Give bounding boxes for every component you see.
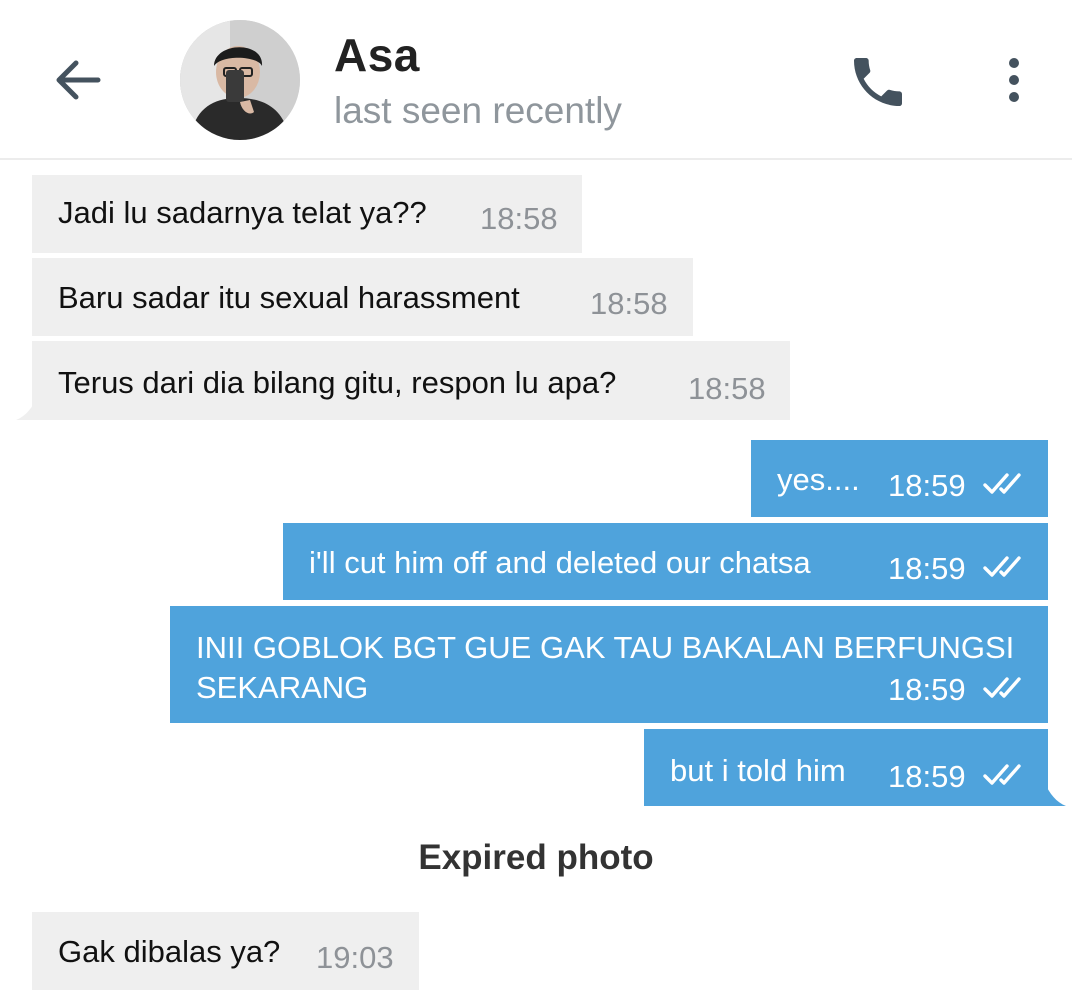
bubble-tail <box>1044 782 1066 806</box>
contact-name[interactable]: Asa <box>334 28 420 82</box>
incoming-message[interactable]: Jadi lu sadarnya telat ya?? 18:58 <box>32 175 582 253</box>
message-text-line-1: INII GOBLOK BGT GUE GAK TAU BAKALAN BERF… <box>196 630 1015 665</box>
double-check-icon <box>983 764 1021 785</box>
outgoing-message[interactable]: yes.... 18:59 <box>751 440 1048 517</box>
message-time: 18:59 <box>888 672 966 707</box>
message-text-line-2: SEKARANG <box>196 670 369 705</box>
message-time: 18:58 <box>590 286 668 321</box>
message-text: Terus dari dia bilang gitu, respon lu ap… <box>58 365 617 400</box>
contact-status: last seen recently <box>334 90 622 131</box>
avatar-photo <box>180 20 300 140</box>
more-options-button[interactable] <box>996 50 1032 114</box>
message-time: 19:03 <box>316 940 394 975</box>
incoming-message[interactable]: Gak dibalas ya? 19:03 <box>32 912 419 990</box>
double-check-icon <box>983 677 1021 698</box>
message-text: but i told him <box>670 753 846 788</box>
message-time: 18:59 <box>888 468 966 503</box>
incoming-message[interactable]: Terus dari dia bilang gitu, respon lu ap… <box>32 341 790 420</box>
outgoing-message[interactable]: INII GOBLOK BGT GUE GAK TAU BAKALAN BERF… <box>170 606 1048 723</box>
arrow-left-icon <box>56 60 101 100</box>
message-text: yes.... <box>777 462 860 497</box>
outgoing-message[interactable]: i'll cut him off and deleted our chatsa … <box>283 523 1048 600</box>
bubble-tail <box>16 396 38 420</box>
avatar[interactable] <box>180 20 300 140</box>
phone-icon <box>854 58 902 106</box>
more-vertical-icon <box>1009 58 1019 102</box>
call-button[interactable] <box>846 50 910 114</box>
message-text: Baru sadar itu sexual harassment <box>58 280 520 315</box>
outgoing-message[interactable]: but i told him 18:59 <box>644 729 1048 806</box>
back-button[interactable] <box>48 50 108 110</box>
chat-header: Asa last seen recently <box>0 0 1072 160</box>
message-time: 18:59 <box>888 551 966 586</box>
message-text: Gak dibalas ya? <box>58 934 281 969</box>
double-check-icon <box>983 556 1021 577</box>
message-time: 18:58 <box>688 371 766 406</box>
incoming-message[interactable]: Baru sadar itu sexual harassment 18:58 <box>32 258 693 336</box>
message-time: 18:59 <box>888 759 966 794</box>
double-check-icon <box>983 473 1021 494</box>
service-message: Expired photo <box>418 838 654 877</box>
message-time: 18:58 <box>480 201 558 236</box>
message-text: Jadi lu sadarnya telat ya?? <box>58 195 427 230</box>
message-text: i'll cut him off and deleted our chatsa <box>309 545 811 580</box>
